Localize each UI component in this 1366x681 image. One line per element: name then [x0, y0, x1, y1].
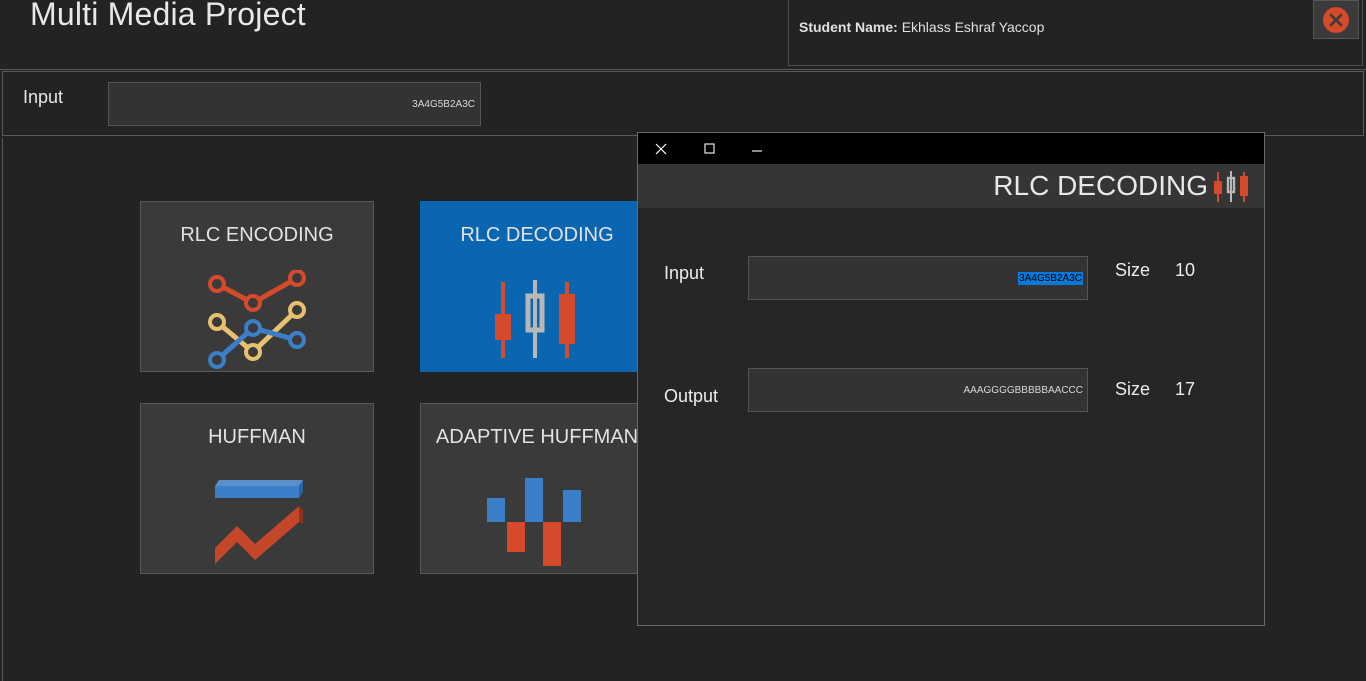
output-size-value: 17 — [1175, 379, 1196, 399]
tile-label: HUFFMAN — [208, 426, 306, 448]
tile-label: RLC ENCODING — [180, 224, 334, 246]
maximize-icon — [703, 143, 715, 154]
output-size-label: Size — [1115, 379, 1151, 399]
dialog-input-label: Input — [664, 263, 705, 283]
student-info: Student Name: Ekhlass Eshraf Yaccop — [788, 0, 1363, 66]
input-size-value: 10 — [1175, 260, 1196, 280]
dialog-input-field[interactable]: 3A4G5B2A3C — [748, 256, 1088, 300]
student-name-label: Student Name: — [799, 19, 898, 35]
input-bar: Input — [2, 71, 1364, 136]
waterfall-chart-icon — [487, 478, 581, 566]
dialog-close-button[interactable] — [638, 133, 684, 164]
dialog-output-label: Output — [664, 386, 719, 406]
tile-rlc-encoding[interactable]: RLC ENCODING — [140, 201, 374, 372]
close-icon — [655, 143, 667, 154]
candlestick-icon — [495, 280, 575, 358]
dialog-header: RLC DECODING — [638, 164, 1264, 208]
dialog-title: RLC DECODING — [993, 170, 1208, 201]
header: Multi Media Project Student Name: Ekhlas… — [0, 0, 1366, 70]
trend-bars-icon — [215, 480, 303, 564]
input-size-label: Size — [1115, 260, 1151, 280]
dialog-titlebar — [638, 133, 1264, 164]
rlc-decoding-dialog: RLC DECODING Input 3A4G5B2A3C Size 10 Ou… — [637, 132, 1265, 626]
input-label: Input — [23, 87, 64, 107]
main-input-field[interactable] — [108, 82, 481, 126]
candlestick-icon — [1214, 171, 1248, 202]
tile-label: ADAPTIVE HUFFMAN — [435, 426, 639, 448]
network-chart-icon — [208, 270, 306, 369]
tile-adaptive-huffman[interactable]: ADAPTIVE HUFFMAN — [420, 403, 654, 574]
dialog-output-value: AAAGGGGBBBBBAACCC — [963, 384, 1083, 396]
app-title: Multi Media Project — [30, 0, 306, 32]
student-name: Ekhlass Eshraf Yaccop — [901, 19, 1045, 35]
tile-label: RLC DECODING — [460, 224, 614, 246]
dialog-minimize-button[interactable] — [734, 133, 780, 164]
minimize-icon — [752, 149, 762, 152]
close-icon — [1323, 6, 1349, 33]
dialog-maximize-button[interactable] — [686, 133, 732, 164]
dialog-output-field[interactable]: AAAGGGGBBBBBAACCC — [748, 368, 1088, 412]
tile-huffman[interactable]: HUFFMAN — [140, 403, 374, 574]
tile-rlc-decoding[interactable]: RLC DECODING — [420, 201, 654, 372]
dialog-input-value: 3A4G5B2A3C — [1018, 271, 1083, 285]
main-window: Multi Media Project Student Name: Ekhlas… — [0, 0, 1366, 681]
app-close-button[interactable] — [1313, 0, 1359, 39]
